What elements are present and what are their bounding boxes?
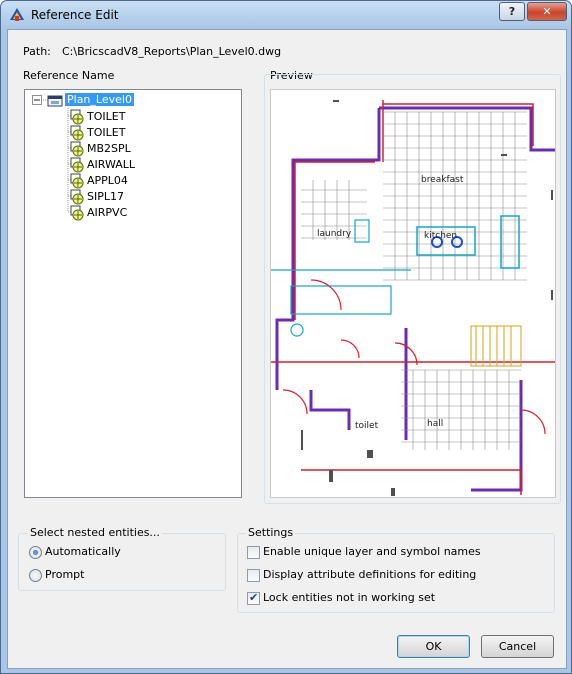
tree-root-label: Plan_Level0 xyxy=(65,93,134,106)
bricscad-app-icon xyxy=(10,8,24,21)
cancel-button[interactable]: Cancel xyxy=(481,635,554,658)
block-reference-icon xyxy=(70,173,84,189)
reference-tree[interactable]: Plan_Level0 TOILET TOILET MB2SPL AIRWALL APP… xyxy=(24,89,242,498)
floor-plan-drawing: breakfast laundry kitchen toilet hall xyxy=(271,90,555,497)
reference-name-label: Reference Name xyxy=(23,69,115,82)
block-reference-icon xyxy=(70,157,84,173)
tree-item-airpvc[interactable]: AIRPVC xyxy=(87,205,127,221)
tree-root[interactable]: Plan_Level0 xyxy=(65,92,134,108)
unique-names-checkbox[interactable] xyxy=(247,546,260,559)
unique-names-checkbox-label[interactable]: Enable unique layer and symbol names xyxy=(263,545,481,558)
reference-edit-dialog: Reference Edit ? ✕ Path: C:\BricscadV8_R… xyxy=(0,0,572,674)
radio-label-automatically[interactable]: Automatically xyxy=(45,545,121,558)
room-label-kitchen: kitchen xyxy=(424,231,457,241)
title-bar[interactable]: Reference Edit ? ✕ xyxy=(1,1,571,29)
close-button[interactable]: ✕ xyxy=(527,2,567,21)
help-button[interactable]: ? xyxy=(499,2,525,21)
ok-button[interactable]: OK xyxy=(397,635,470,658)
room-label-laundry: laundry xyxy=(317,229,352,239)
path-label: Path: xyxy=(23,45,51,58)
nested-entities-label: Select nested entities... xyxy=(28,526,162,539)
block-reference-icon xyxy=(70,141,84,157)
attribute-defs-checkbox-label[interactable]: Display attribute definitions for editin… xyxy=(263,568,476,581)
drawing-icon xyxy=(47,95,63,107)
lock-entities-checkbox[interactable] xyxy=(247,591,260,605)
tree-item-toilet[interactable]: TOILET xyxy=(87,125,125,141)
radio-label-prompt[interactable]: Prompt xyxy=(45,568,84,581)
room-label-breakfast: breakfast xyxy=(421,175,464,185)
block-reference-icon xyxy=(70,109,84,125)
room-label-hall: hall xyxy=(427,419,443,429)
collapse-icon[interactable] xyxy=(32,95,42,105)
lock-entities-checkbox-label[interactable]: Lock entities not in working set xyxy=(263,591,435,604)
block-reference-icon xyxy=(70,189,84,205)
preview-canvas: breakfast laundry kitchen toilet hall xyxy=(270,89,556,498)
path-value: C:\BricscadV8_Reports\Plan_Level0.dwg xyxy=(62,45,282,58)
dialog-body: Path: C:\BricscadV8_Reports\Plan_Level0.… xyxy=(7,29,567,669)
block-reference-icon xyxy=(70,205,84,221)
nested-entities-group xyxy=(18,533,226,591)
radio-automatically[interactable] xyxy=(29,546,42,559)
tree-item-toilet[interactable]: TOILET xyxy=(87,109,125,125)
tree-item-airwall[interactable]: AIRWALL xyxy=(87,157,135,173)
tree-item-sipl17[interactable]: SIPL17 xyxy=(87,189,124,205)
settings-label: Settings xyxy=(246,526,296,539)
window-title: Reference Edit xyxy=(31,8,119,22)
tree-item-appl04[interactable]: APPL04 xyxy=(87,173,128,189)
room-label-toilet: toilet xyxy=(355,421,379,431)
radio-prompt[interactable] xyxy=(29,569,42,582)
tree-connector-lines xyxy=(43,99,77,213)
tree-item-mb2spl[interactable]: MB2SPL xyxy=(87,141,131,157)
block-reference-icon xyxy=(70,125,84,141)
attribute-defs-checkbox[interactable] xyxy=(247,569,260,582)
